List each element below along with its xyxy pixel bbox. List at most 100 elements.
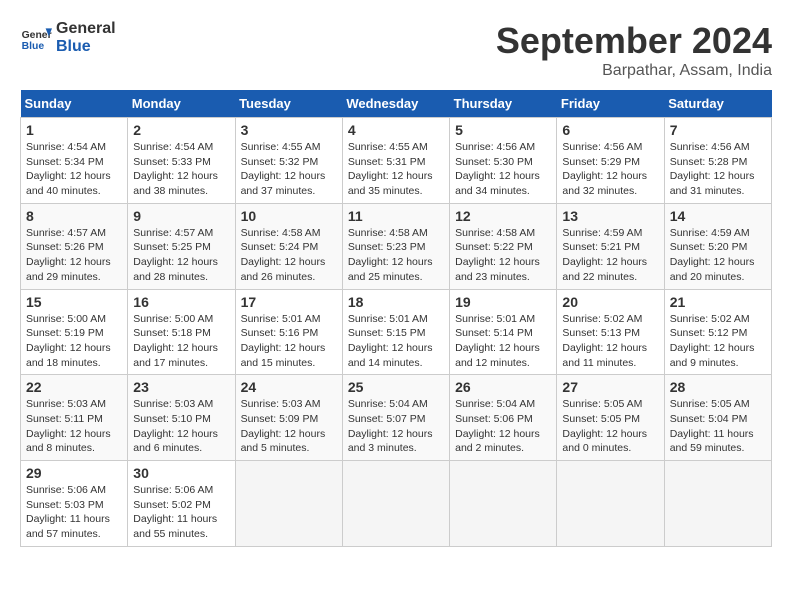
table-cell: 8 Sunrise: 4:57 AMSunset: 5:26 PMDaylight… — [21, 203, 128, 289]
day-number: 25 — [348, 379, 444, 395]
svg-text:Blue: Blue — [22, 41, 45, 52]
title-area: September 2024 Barpathar, Assam, India — [496, 20, 772, 80]
table-cell — [664, 461, 771, 547]
logo-general: General — [56, 20, 116, 38]
day-number: 12 — [455, 208, 551, 224]
day-info: Sunrise: 4:57 AMSunset: 5:25 PMDaylight:… — [133, 226, 229, 285]
day-info: Sunrise: 5:04 AMSunset: 5:06 PMDaylight:… — [455, 397, 551, 456]
header-wednesday: Wednesday — [342, 90, 449, 118]
day-number: 15 — [26, 294, 122, 310]
day-number: 23 — [133, 379, 229, 395]
day-info: Sunrise: 4:58 AMSunset: 5:22 PMDaylight:… — [455, 226, 551, 285]
calendar-table: Sunday Monday Tuesday Wednesday Thursday… — [20, 90, 772, 547]
day-info: Sunrise: 5:02 AMSunset: 5:13 PMDaylight:… — [562, 312, 658, 371]
day-number: 1 — [26, 122, 122, 138]
week-row-3: 15 Sunrise: 5:00 AMSunset: 5:19 PMDayligh… — [21, 289, 772, 375]
table-cell: 16 Sunrise: 5:00 AMSunset: 5:18 PMDayligh… — [128, 289, 235, 375]
day-number: 21 — [670, 294, 766, 310]
table-cell: 2Sunrise: 4:54 AMSunset: 5:33 PMDaylight… — [128, 118, 235, 204]
table-cell: 4 Sunrise: 4:55 AMSunset: 5:31 PMDaylight… — [342, 118, 449, 204]
table-cell: 3 Sunrise: 4:55 AMSunset: 5:32 PMDaylight… — [235, 118, 342, 204]
logo-icon: General Blue — [20, 22, 52, 54]
table-cell: 24 Sunrise: 5:03 AMSunset: 5:09 PMDayligh… — [235, 375, 342, 461]
day-info: Sunrise: 4:59 AMSunset: 5:21 PMDaylight:… — [562, 226, 658, 285]
header-monday: Monday — [128, 90, 235, 118]
table-cell: 30Sunrise: 5:06 AMSunset: 5:02 PMDayligh… — [128, 461, 235, 547]
table-cell: 21 Sunrise: 5:02 AMSunset: 5:12 PMDayligh… — [664, 289, 771, 375]
day-number: 3 — [241, 122, 337, 138]
day-number: 14 — [670, 208, 766, 224]
day-info: Sunrise: 4:55 AMSunset: 5:31 PMDaylight:… — [348, 140, 444, 199]
day-number: 26 — [455, 379, 551, 395]
day-number: 28 — [670, 379, 766, 395]
day-info: Sunrise: 5:03 AMSunset: 5:09 PMDaylight:… — [241, 397, 337, 456]
table-cell: 22 Sunrise: 5:03 AMSunset: 5:11 PMDayligh… — [21, 375, 128, 461]
header-sunday: Sunday — [21, 90, 128, 118]
day-info: Sunrise: 5:01 AMSunset: 5:15 PMDaylight:… — [348, 312, 444, 371]
day-number: 10 — [241, 208, 337, 224]
table-cell — [450, 461, 557, 547]
table-cell: 17Sunrise: 5:01 AMSunset: 5:16 PMDayligh… — [235, 289, 342, 375]
day-number: 2 — [133, 122, 229, 138]
day-info: Sunrise: 4:55 AMSunset: 5:32 PMDaylight:… — [241, 140, 337, 199]
day-info: Sunrise: 5:02 AMSunset: 5:12 PMDaylight:… — [670, 312, 766, 371]
header-thursday: Thursday — [450, 90, 557, 118]
day-info: Sunrise: 4:57 AMSunset: 5:26 PMDaylight:… — [26, 226, 122, 285]
table-cell: 6 Sunrise: 4:56 AMSunset: 5:29 PMDaylight… — [557, 118, 664, 204]
day-number: 7 — [670, 122, 766, 138]
day-info: Sunrise: 5:06 AMSunset: 5:03 PMDaylight:… — [26, 483, 122, 542]
day-info: Sunrise: 4:58 AMSunset: 5:24 PMDaylight:… — [241, 226, 337, 285]
day-number: 4 — [348, 122, 444, 138]
day-number: 20 — [562, 294, 658, 310]
location-subtitle: Barpathar, Assam, India — [496, 62, 772, 80]
table-cell: 10 Sunrise: 4:58 AMSunset: 5:24 PMDayligh… — [235, 203, 342, 289]
table-cell: 13Sunrise: 4:59 AMSunset: 5:21 PMDayligh… — [557, 203, 664, 289]
logo: General Blue General Blue — [20, 20, 116, 56]
day-info: Sunrise: 5:04 AMSunset: 5:07 PMDaylight:… — [348, 397, 444, 456]
day-info: Sunrise: 4:56 AMSunset: 5:28 PMDaylight:… — [670, 140, 766, 199]
day-number: 22 — [26, 379, 122, 395]
day-number: 24 — [241, 379, 337, 395]
table-cell: 9 Sunrise: 4:57 AMSunset: 5:25 PMDaylight… — [128, 203, 235, 289]
header-friday: Friday — [557, 90, 664, 118]
table-cell — [342, 461, 449, 547]
day-info: Sunrise: 5:00 AMSunset: 5:19 PMDaylight:… — [26, 312, 122, 371]
table-cell: 1 Sunrise: 4:54 AMSunset: 5:34 PMDaylight… — [21, 118, 128, 204]
day-number: 9 — [133, 208, 229, 224]
day-number: 16 — [133, 294, 229, 310]
day-info: Sunrise: 5:05 AMSunset: 5:04 PMDaylight:… — [670, 397, 766, 456]
header-saturday: Saturday — [664, 90, 771, 118]
table-cell: 25 Sunrise: 5:04 AMSunset: 5:07 PMDayligh… — [342, 375, 449, 461]
table-cell: 11Sunrise: 4:58 AMSunset: 5:23 PMDayligh… — [342, 203, 449, 289]
table-cell: 14 Sunrise: 4:59 AMSunset: 5:20 PMDayligh… — [664, 203, 771, 289]
days-header-row: Sunday Monday Tuesday Wednesday Thursday… — [21, 90, 772, 118]
table-cell: 29Sunrise: 5:06 AMSunset: 5:03 PMDayligh… — [21, 461, 128, 547]
day-number: 18 — [348, 294, 444, 310]
table-cell — [235, 461, 342, 547]
table-cell: 12 Sunrise: 4:58 AMSunset: 5:22 PMDayligh… — [450, 203, 557, 289]
day-info: Sunrise: 4:59 AMSunset: 5:20 PMDaylight:… — [670, 226, 766, 285]
day-info: Sunrise: 5:00 AMSunset: 5:18 PMDaylight:… — [133, 312, 229, 371]
day-number: 8 — [26, 208, 122, 224]
day-info: Sunrise: 4:56 AMSunset: 5:30 PMDaylight:… — [455, 140, 551, 199]
table-cell: 18 Sunrise: 5:01 AMSunset: 5:15 PMDayligh… — [342, 289, 449, 375]
table-cell: 15 Sunrise: 5:00 AMSunset: 5:19 PMDayligh… — [21, 289, 128, 375]
month-title: September 2024 — [496, 20, 772, 62]
day-number: 19 — [455, 294, 551, 310]
table-cell: 7 Sunrise: 4:56 AMSunset: 5:28 PMDaylight… — [664, 118, 771, 204]
table-cell: 26 Sunrise: 5:04 AMSunset: 5:06 PMDayligh… — [450, 375, 557, 461]
week-row-5: 29Sunrise: 5:06 AMSunset: 5:03 PMDayligh… — [21, 461, 772, 547]
day-number: 6 — [562, 122, 658, 138]
day-info: Sunrise: 4:56 AMSunset: 5:29 PMDaylight:… — [562, 140, 658, 199]
day-info: Sunrise: 4:54 AMSunset: 5:34 PMDaylight:… — [26, 140, 122, 199]
day-info: Sunrise: 5:01 AMSunset: 5:14 PMDaylight:… — [455, 312, 551, 371]
day-number: 27 — [562, 379, 658, 395]
table-cell: 23Sunrise: 5:03 AMSunset: 5:10 PMDayligh… — [128, 375, 235, 461]
table-cell: 19 Sunrise: 5:01 AMSunset: 5:14 PMDayligh… — [450, 289, 557, 375]
day-number: 17 — [241, 294, 337, 310]
table-cell: 20 Sunrise: 5:02 AMSunset: 5:13 PMDayligh… — [557, 289, 664, 375]
day-info: Sunrise: 5:03 AMSunset: 5:11 PMDaylight:… — [26, 397, 122, 456]
table-cell — [557, 461, 664, 547]
week-row-1: 1 Sunrise: 4:54 AMSunset: 5:34 PMDaylight… — [21, 118, 772, 204]
header-tuesday: Tuesday — [235, 90, 342, 118]
